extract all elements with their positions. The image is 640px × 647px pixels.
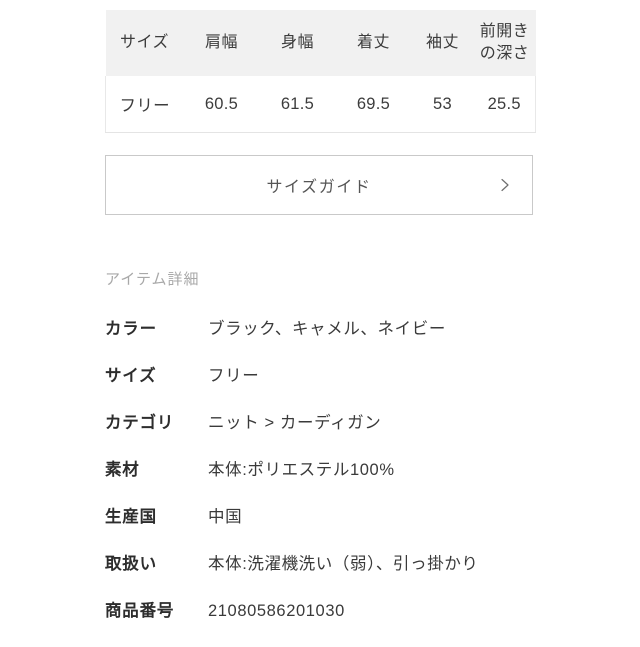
list-item: サイズ フリー [105,365,545,412]
detail-label-color: カラー [105,320,157,338]
detail-value-care-instructions: 本体:洗濯機洗い（弱）、引っ掛かり [208,555,479,573]
list-item: カテゴリ ニット > カーディガン [105,412,545,459]
detail-label-product-number: 商品番号 [105,602,175,620]
column-header-length: 着丈 [335,10,412,76]
cell-shoulder-width: 60.5 [183,76,260,133]
detail-label-country-of-origin: 生産国 [105,508,157,526]
detail-label-size: サイズ [105,367,157,385]
size-guide-label: サイズガイド [266,179,372,196]
detail-value-category: ニット > カーディガン [208,414,382,432]
column-header-shoulder-width-line1: 肩幅 [204,34,238,51]
list-item: 素材 本体:ポリエステル100% [105,459,545,506]
detail-value-product-number: 21080586201030 [208,602,345,620]
detail-value-material: 本体:ポリエステル100% [208,461,395,479]
column-header-front-opening-depth: 前開き の深さ [473,10,536,76]
column-header-body-width: 身幅 [259,10,336,76]
column-header-sleeve-length-line1: 袖丈 [425,34,459,51]
detail-label-category: カテゴリ [105,414,175,432]
size-guide-button[interactable]: サイズガイド [105,155,533,215]
cell-front-opening-depth: 25.5 [473,76,536,133]
column-header-size: サイズ [105,10,184,76]
size-table-header: サイズ 肩幅 身幅 着丈 袖丈 前開き の深さ [105,10,536,76]
detail-label-care-instructions: 取扱い [105,555,157,573]
column-header-shoulder-width: 肩幅 [183,10,260,76]
size-table: サイズ 肩幅 身幅 着丈 袖丈 前開き の深さ フリー 60.5 61.5 69… [105,10,536,133]
table-row: フリー 60.5 61.5 69.5 53 25.5 [105,76,536,133]
column-header-front-opening-depth-line2: の深さ [479,45,530,62]
table-header-row: サイズ 肩幅 身幅 着丈 袖丈 前開き の深さ [105,10,536,76]
column-header-sleeve-length: 袖丈 [411,10,474,76]
detail-label-material: 素材 [105,461,140,479]
cell-sleeve-length: 53 [411,76,474,133]
chevron-right-icon [498,178,512,192]
cell-body-width: 61.5 [259,76,336,133]
cell-size: フリー [105,76,184,133]
list-item: カラー ブラック、キャメル、ネイビー [105,318,545,365]
cell-length: 69.5 [335,76,412,133]
list-item: 取扱い 本体:洗濯機洗い（弱）、引っ掛かり [105,553,545,600]
item-detail-list: カラー ブラック、キャメル、ネイビー サイズ フリー カテゴリ ニット > カー… [105,318,545,647]
size-table-body: フリー 60.5 61.5 69.5 53 25.5 [105,76,536,133]
detail-value-country-of-origin: 中国 [208,508,243,526]
column-header-front-opening-depth-line1: 前開き [479,23,530,40]
column-header-length-line1: 着丈 [356,34,390,51]
detail-value-color: ブラック、キャメル、ネイビー [208,320,446,338]
list-item: 生産国 中国 [105,506,545,553]
size-measurement-table: サイズ 肩幅 身幅 着丈 袖丈 前開き の深さ フリー 60.5 61.5 69… [105,10,536,133]
detail-value-size: フリー [208,367,260,385]
item-detail-heading: アイテム詳細 [105,271,200,288]
column-header-body-width-line1: 身幅 [280,34,314,51]
column-header-size-line1: サイズ [119,34,170,51]
